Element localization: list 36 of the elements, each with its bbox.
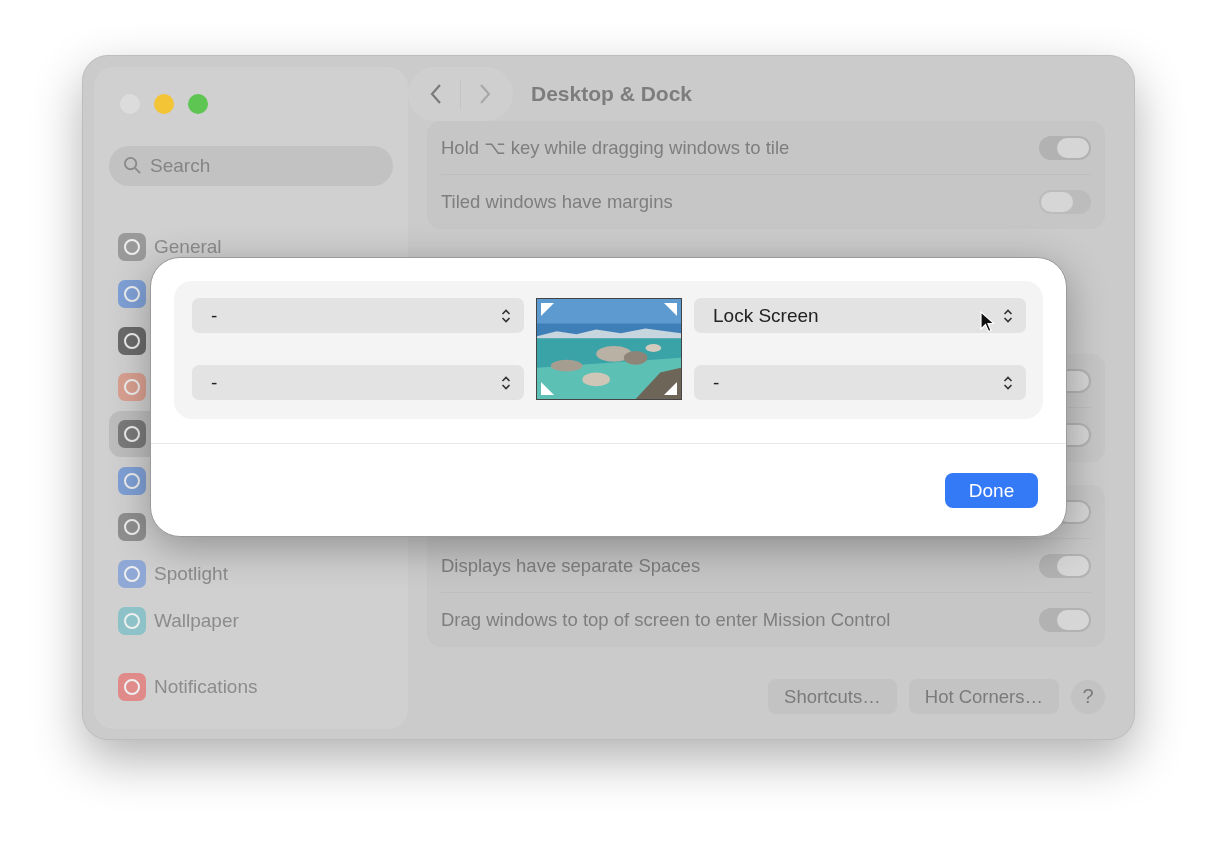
forward-icon[interactable]	[478, 82, 493, 106]
corner-action-popup[interactable]: -	[192, 365, 524, 400]
sidebar-item[interactable]: Wallpaper	[109, 597, 243, 645]
up-down-chevron-icon	[1003, 374, 1013, 391]
sidebar-item[interactable]: General	[109, 224, 226, 271]
setting-label: Displays have separate Spaces	[441, 554, 701, 577]
corner-action-popup[interactable]: -	[192, 298, 524, 333]
setting-label: Drag windows to top of screen to enter Mission Control	[441, 609, 891, 631]
toggle-switch[interactable]	[1039, 135, 1091, 160]
up-down-chevron-icon	[501, 307, 511, 324]
corner-action-popup[interactable]: -	[694, 365, 1026, 400]
done-button[interactable]: Done	[945, 473, 1038, 508]
setting-label: Hold ⌥ key while dragging windows to tile	[441, 136, 790, 159]
corner-marker-icon	[664, 303, 677, 316]
corner-marker-icon	[541, 303, 554, 316]
pointer-cursor-icon	[980, 311, 994, 333]
sidebar-item[interactable]: Spotlight	[109, 550, 232, 598]
window-title: Desktop & Dock	[531, 82, 693, 106]
search-field[interactable]: Search	[109, 146, 393, 186]
setting-label: Tiled windows have margins	[441, 191, 673, 213]
corner-action-popup[interactable]: Lock Screen	[694, 298, 1026, 333]
hot-corners-button[interactable]: Hot Corners…	[908, 679, 1059, 714]
zoom-button[interactable]	[188, 94, 208, 114]
corner-marker-icon	[664, 382, 677, 395]
up-down-chevron-icon	[1003, 307, 1013, 324]
toggle-switch[interactable]	[1039, 608, 1091, 632]
shortcuts-button[interactable]: Shortcuts…	[768, 679, 897, 714]
corner-marker-icon	[541, 382, 554, 395]
search-icon	[123, 156, 142, 175]
sidebar-item[interactable]: Notifications	[109, 663, 262, 710]
up-down-chevron-icon	[501, 374, 511, 391]
toggle-switch[interactable]	[1039, 553, 1091, 578]
minimize-button[interactable]	[154, 94, 174, 114]
toggle-switch[interactable]	[1039, 190, 1091, 214]
help-button[interactable]: ?	[1071, 679, 1105, 714]
back-icon[interactable]	[428, 82, 443, 106]
